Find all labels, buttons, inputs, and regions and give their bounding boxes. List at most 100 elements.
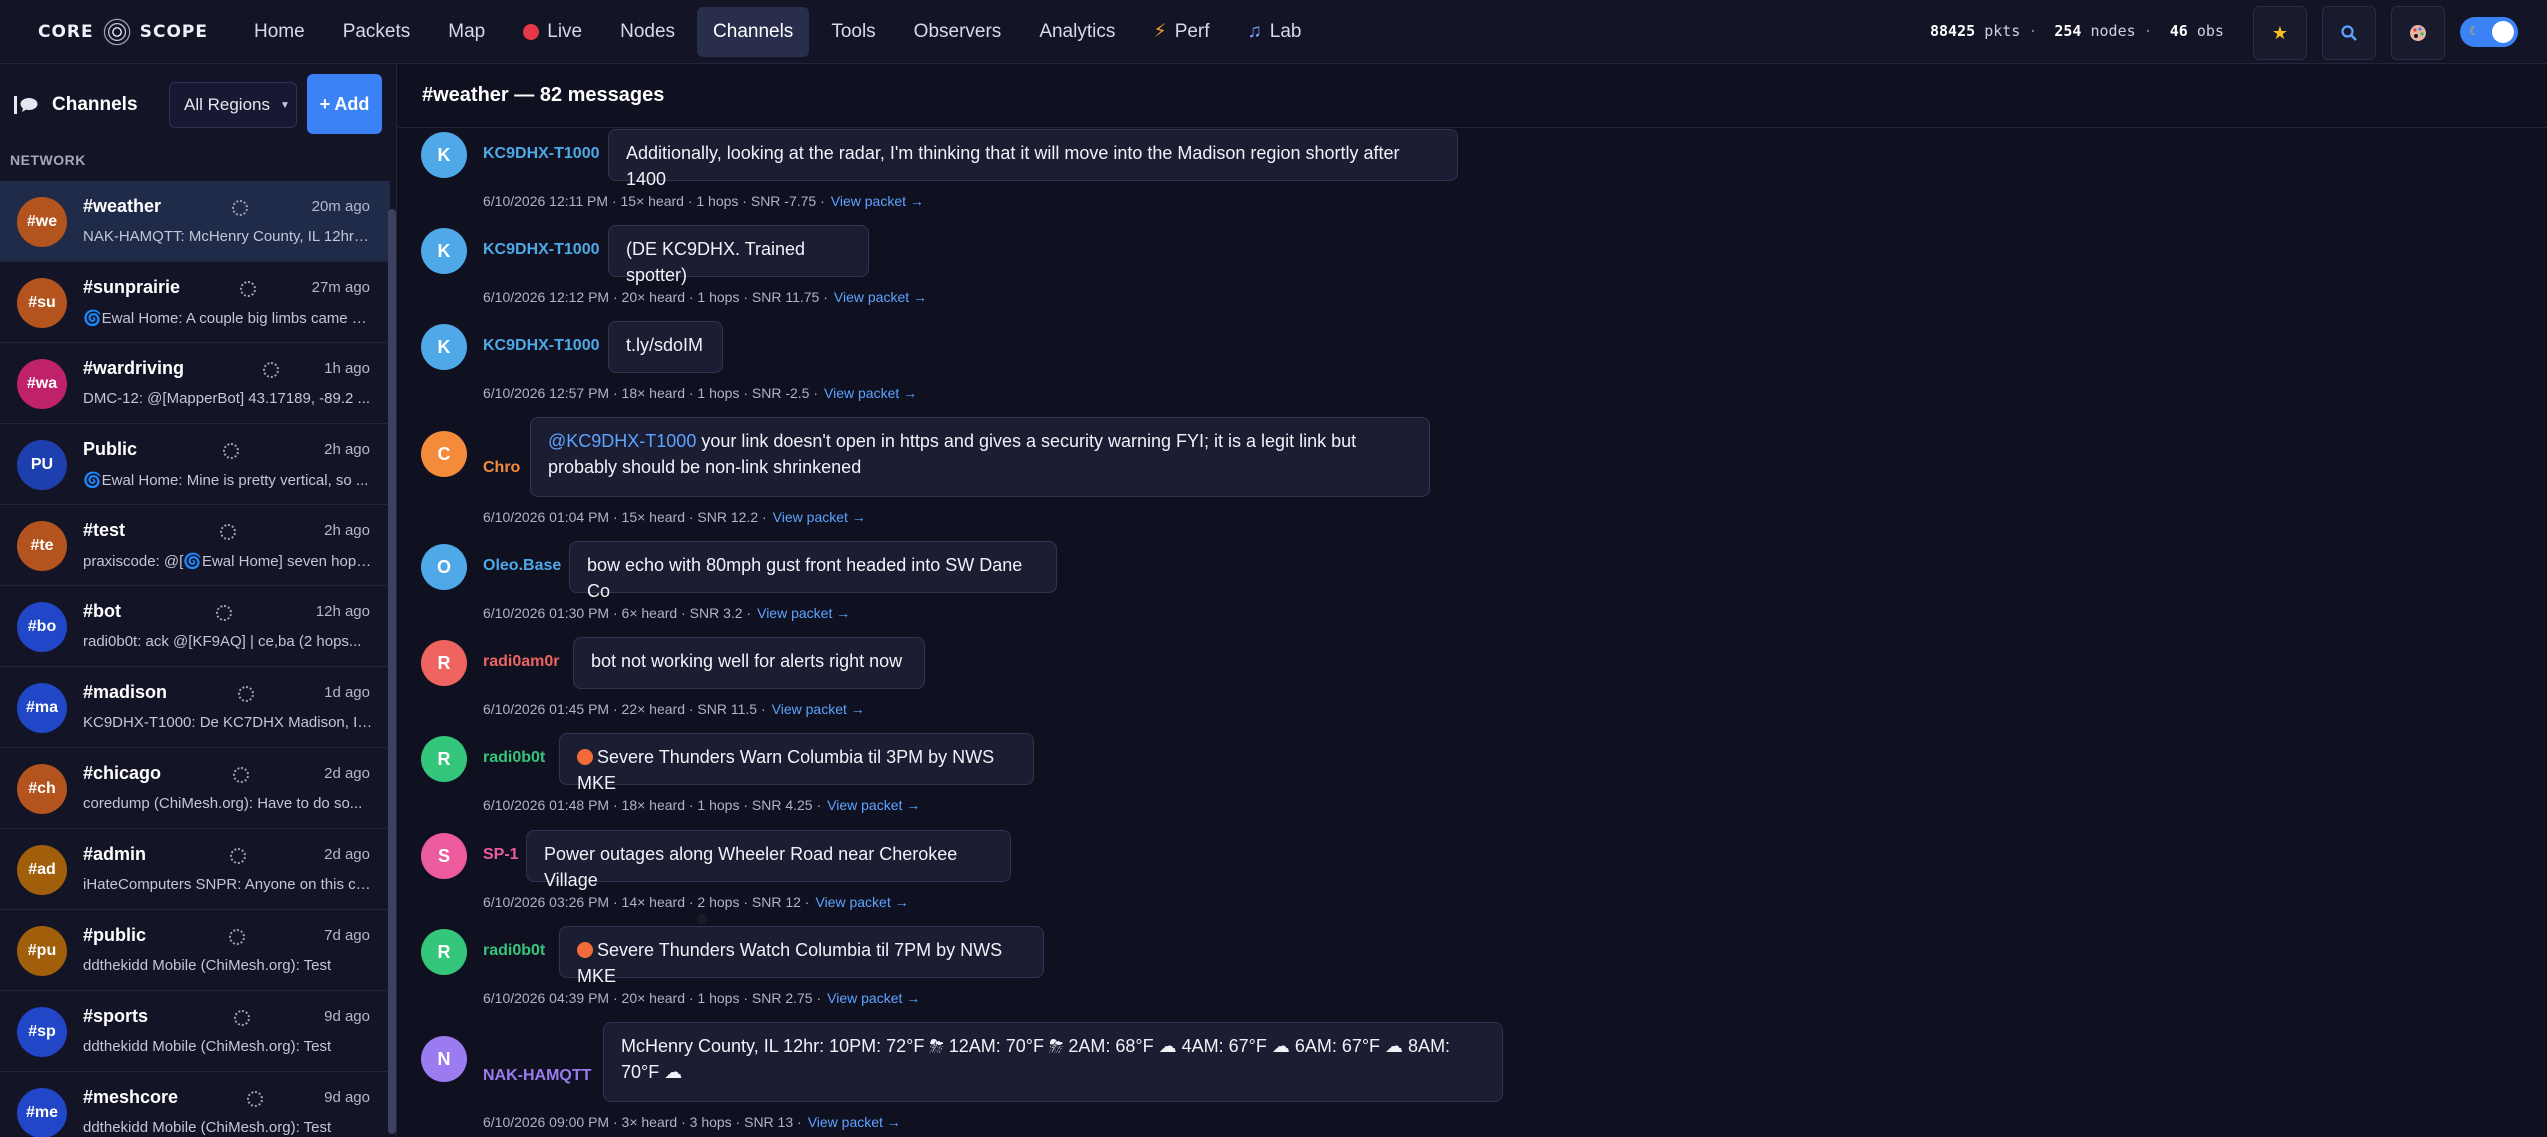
message-meta-text: 6/10/2026 01:30 PM · 6× heard · SNR 3.2 … <box>483 605 752 621</box>
add-channel-button[interactable]: + Add <box>307 74 382 134</box>
search-button[interactable] <box>2322 6 2376 60</box>
sender-name[interactable]: Chro <box>483 459 520 477</box>
channel-item[interactable]: #su #sunprairie 27m ago 🌀Ewal Home: A coupl… <box>0 262 390 343</box>
nav-observers[interactable]: Observers <box>898 7 1018 57</box>
nav-live[interactable]: Live <box>507 7 598 57</box>
nav-perf[interactable]: ⚡ Perf <box>1137 7 1225 57</box>
channel-item[interactable]: #wa #wardriving 1h ago DMC-12: @[MapperBot]… <box>0 343 390 424</box>
channel-item[interactable]: #bo #bot 12h ago radi0b0t: ack @[KF9AQ] | c… <box>0 586 390 667</box>
sender-name[interactable]: KC9DHX-T1000 <box>483 241 599 259</box>
channel-preview: 🌀Ewal Home: Mine is pretty vertical, so … <box>83 472 369 489</box>
channel-name: #wardriving <box>83 358 185 378</box>
view-packet-link[interactable]: View packet → <box>772 701 865 717</box>
view-packet-link[interactable]: View packet → <box>815 894 908 910</box>
sender-avatar[interactable]: R <box>421 640 467 686</box>
sender-avatar[interactable]: O <box>421 544 467 590</box>
channel-item[interactable]: #te #test 2h ago praxiscode: @[🌀Ewal Home] … <box>0 505 390 586</box>
message-bubble: Power outages along Wheeler Road near Ch… <box>526 830 1011 890</box>
sender-avatar[interactable]: S <box>421 833 467 879</box>
message-bubble: @KC9DHX-T1000 your link doesn't open in … <box>530 417 1430 497</box>
channel-time: 1d ago <box>324 684 370 701</box>
channel-name: Public <box>83 439 138 459</box>
sender-avatar[interactable]: R <box>421 736 467 782</box>
channel-time: 9d ago <box>324 1008 370 1025</box>
nav-home[interactable]: Home <box>238 7 321 57</box>
message-meta: 6/10/2026 12:11 PM · 15× heard · 1 hops … <box>483 193 924 209</box>
loading-spinner-icon <box>234 1010 250 1026</box>
channel-time: 9d ago <box>324 1089 370 1106</box>
sender-name[interactable]: radi0am0r <box>483 653 560 671</box>
sender-name[interactable]: radi0b0t <box>483 942 545 960</box>
top-navbar: CORE SCOPE Home Packets Map Live Nodes C… <box>0 0 2547 64</box>
mention-link[interactable]: @KC9DHX-T1000 <box>548 431 696 451</box>
channel-avatar: #pu <box>17 926 67 976</box>
view-packet-link[interactable]: View packet → <box>834 289 927 305</box>
theme-button[interactable] <box>2391 6 2445 60</box>
nav-perf-label: Perf <box>1174 20 1210 42</box>
channel-preview: KC9DHX-T1000: De KC7DHX Madison, Ist... <box>83 714 373 731</box>
message-meta: 6/10/2026 01:45 PM · 22× heard · SNR 11.… <box>483 701 865 717</box>
sender-name[interactable]: KC9DHX-T1000 <box>483 145 599 163</box>
view-packet-link[interactable]: View packet → <box>827 797 920 813</box>
channel-avatar: #su <box>17 278 67 328</box>
speech-bubble-icon <box>14 96 40 114</box>
sender-name[interactable]: SP-1 <box>483 846 519 864</box>
channel-avatar: #sp <box>17 1007 67 1057</box>
channel-list: #we #weather 20m ago NAK-HAMQTT: McHenry Co… <box>0 181 390 1137</box>
nav-analytics[interactable]: Analytics <box>1023 7 1131 57</box>
sender-avatar[interactable]: N <box>421 1036 467 1082</box>
nav-tools[interactable]: Tools <box>815 7 891 57</box>
channel-item[interactable]: PU Public 2h ago 🌀Ewal Home: Mine is pretty… <box>0 424 390 505</box>
channel-item[interactable]: #we #weather 20m ago NAK-HAMQTT: McHenry Co… <box>0 181 390 262</box>
nav-lab[interactable]: ♫ Lab <box>1232 7 1318 57</box>
loading-spinner-icon <box>230 848 246 864</box>
channel-item[interactable]: #ch #chicago 2d ago coredump (ChiMesh.org):… <box>0 748 390 829</box>
channel-time: 1h ago <box>324 360 370 377</box>
message-meta-text: 6/10/2026 12:12 PM · 20× heard · 1 hops … <box>483 289 828 305</box>
view-packet-link[interactable]: View packet → <box>757 605 850 621</box>
region-select[interactable]: All Regions ▼ <box>169 82 297 128</box>
channel-item[interactable]: #me #meshcore 9d ago ddthekidd Mobile (ChiM… <box>0 1072 390 1137</box>
message-text: (DE KC9DHX. Trained spotter) <box>626 239 806 285</box>
nav-nodes[interactable]: Nodes <box>604 7 691 57</box>
loading-spinner-icon <box>232 200 248 216</box>
view-packet-link[interactable]: View packet → <box>831 193 924 209</box>
sender-name[interactable]: Oleo.Base <box>483 557 561 575</box>
channel-item[interactable]: #ad #admin 2d ago iHateComputers SNPR: Anyo… <box>0 829 390 910</box>
sender-name[interactable]: radi0b0t <box>483 749 545 767</box>
message-bubble: bot not working well for alerts right no… <box>573 637 925 689</box>
message-meta: 6/10/2026 12:57 PM · 18× heard · 1 hops … <box>483 385 917 401</box>
channel-preview: coredump (ChiMesh.org): Have to do so... <box>83 795 363 812</box>
sender-avatar[interactable]: K <box>421 324 467 370</box>
favorites-button[interactable]: ★ <box>2253 6 2307 60</box>
view-packet-link[interactable]: View packet → <box>808 1114 901 1130</box>
nav-channels[interactable]: Channels <box>697 6 810 57</box>
nav-map-label: Map <box>448 20 486 42</box>
sender-avatar[interactable]: R <box>421 929 467 975</box>
sender-avatar[interactable]: K <box>421 132 467 178</box>
view-packet-link[interactable]: View packet → <box>773 509 866 525</box>
channel-time: 2d ago <box>324 765 370 782</box>
sidebar-header: Channels All Regions ▼ + Add <box>0 64 396 146</box>
channel-item[interactable]: #pu #public 7d ago ddthekidd Mobile (ChiMes… <box>0 910 390 991</box>
message-meta: 6/10/2026 01:04 PM · 15× heard · SNR 12.… <box>483 509 866 525</box>
dark-mode-toggle[interactable]: ☾ <box>2460 17 2518 47</box>
view-packet-link[interactable]: View packet → <box>827 990 920 1006</box>
sender-avatar[interactable]: K <box>421 228 467 274</box>
nav-packets[interactable]: Packets <box>327 7 427 57</box>
sender-name[interactable]: NAK-HAMQTT <box>483 1067 591 1085</box>
live-dot-icon <box>523 23 540 40</box>
nav-map[interactable]: Map <box>432 7 501 57</box>
sender-name[interactable]: KC9DHX-T1000 <box>483 337 599 355</box>
logo[interactable]: CORE SCOPE <box>38 15 208 49</box>
channel-item[interactable]: #sp #sports 9d ago ddthekidd Mobile (ChiMes… <box>0 991 390 1072</box>
message-text: bot not working well for alerts right no… <box>591 651 903 671</box>
message-text: Power outages along Wheeler Road near Ch… <box>544 844 958 890</box>
channel-avatar: #we <box>17 197 67 247</box>
star-icon: ★ <box>2271 22 2289 43</box>
sidebar-scrollbar[interactable] <box>388 209 396 1134</box>
view-packet-link[interactable]: View packet → <box>824 385 917 401</box>
sender-avatar[interactable]: C <box>421 431 467 477</box>
message-text: Severe Thunders Watch Columbia til 7PM b… <box>577 940 1003 986</box>
channel-item[interactable]: #ma #madison 1d ago KC9DHX-T1000: De KC7DHX… <box>0 667 390 748</box>
